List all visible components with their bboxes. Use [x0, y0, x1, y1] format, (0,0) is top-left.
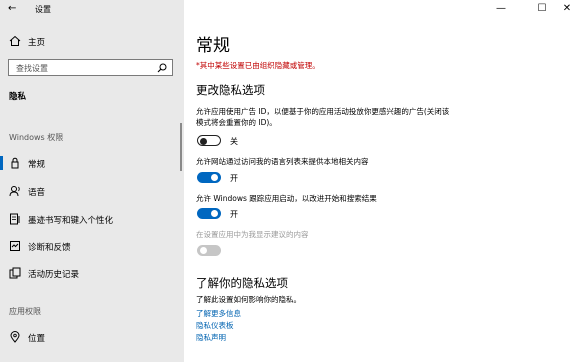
- sidebar-item-general[interactable]: 常规: [0, 153, 184, 173]
- maximize-button[interactable]: ☐: [529, 0, 555, 18]
- sidebar-scrollbar[interactable]: [180, 123, 182, 171]
- sidebar-item-label: 语音: [28, 188, 46, 198]
- app-launch-tracking-description: 允许 Windows 跟踪应用启动，以改进开始和搜索结果: [196, 194, 377, 203]
- current-section-title: 隐私: [9, 92, 27, 102]
- location-icon: [10, 331, 20, 343]
- app-permissions-header: 应用权限: [9, 307, 41, 316]
- minimize-button[interactable]: —: [488, 0, 514, 18]
- sidebar-item-label: 常规: [28, 160, 46, 170]
- sidebar-item-diagnostics[interactable]: 诊断和反馈: [0, 236, 184, 256]
- learn-privacy-description: 了解此设置如何影响你的隐私。: [196, 295, 301, 304]
- sidebar-item-location[interactable]: 位置: [0, 327, 184, 347]
- diagnostics-icon: [10, 241, 20, 251]
- language-list-toggle[interactable]: [197, 172, 221, 183]
- main-pane: — ☐ ✕ 常规 *其中某些设置已由组织隐藏或管理。 更改隐私选项 允许应用使用…: [184, 0, 580, 362]
- advertising-id-description: 允许应用使用广告 ID，以便基于你的应用活动投放你更感兴趣的广告(关闭该模式将会…: [196, 107, 450, 127]
- pen-icon: [10, 213, 20, 225]
- toggle-state-label: 开: [230, 210, 238, 219]
- suggested-content-toggle: [197, 245, 221, 256]
- managed-notice: *其中某些设置已由组织隐藏或管理。: [196, 61, 320, 70]
- sidebar-item-label: 活动历史记录: [28, 270, 80, 280]
- learn-privacy-header: 了解你的隐私选项: [196, 276, 288, 290]
- toggle-knob: [211, 210, 218, 217]
- title-bar: ← 设置: [0, 0, 184, 18]
- language-list-description: 允许网站通过访问我的语言列表来提供本地相关内容: [196, 157, 369, 166]
- sidebar-item-activity-history[interactable]: 活动历史记录: [0, 263, 184, 283]
- app-launch-tracking-toggle[interactable]: [197, 208, 221, 219]
- speech-icon: [9, 186, 20, 197]
- close-button[interactable]: ✕: [554, 0, 580, 18]
- lock-icon: [11, 157, 19, 169]
- privacy-statement-link[interactable]: 隐私声明: [196, 332, 226, 343]
- suggested-content-description: 在设置应用中为我显示建议的内容: [196, 230, 309, 239]
- toggle-knob: [200, 137, 207, 145]
- windows-permissions-header: Windows 权限: [9, 133, 64, 142]
- sidebar-item-label: 位置: [28, 334, 46, 344]
- history-icon: [9, 267, 21, 279]
- window-title: 设置: [35, 5, 51, 14]
- sidebar-item-home[interactable]: 主页: [0, 33, 184, 51]
- sidebar: ← 设置 主页 查找设置 隐私 Windows 权限 常规 语音 墨迹书写和键入…: [0, 0, 184, 362]
- advertising-id-toggle[interactable]: [197, 135, 221, 146]
- toggle-knob: [211, 174, 218, 181]
- search-placeholder: 查找设置: [16, 64, 48, 73]
- back-arrow-icon[interactable]: ←: [8, 3, 22, 15]
- toggle-state-label: 关: [230, 137, 238, 146]
- sidebar-item-inking-typing[interactable]: 墨迹书写和键入个性化: [0, 209, 184, 229]
- sidebar-item-label: 主页: [28, 38, 46, 48]
- search-icon[interactable]: [157, 63, 167, 73]
- sidebar-item-speech[interactable]: 语音: [0, 181, 184, 201]
- page-title: 常规: [196, 36, 230, 56]
- sidebar-item-label: 墨迹书写和键入个性化: [28, 216, 114, 226]
- learn-more-link[interactable]: 了解更多信息: [196, 308, 241, 319]
- sidebar-item-label: 诊断和反馈: [28, 243, 71, 253]
- home-icon: [9, 35, 21, 46]
- search-input[interactable]: 查找设置: [8, 59, 173, 76]
- toggle-state-label: 开: [230, 174, 238, 183]
- privacy-dashboard-link[interactable]: 隐私仪表板: [196, 320, 234, 331]
- toggle-knob: [200, 247, 207, 254]
- change-privacy-options-header: 更改隐私选项: [196, 83, 265, 97]
